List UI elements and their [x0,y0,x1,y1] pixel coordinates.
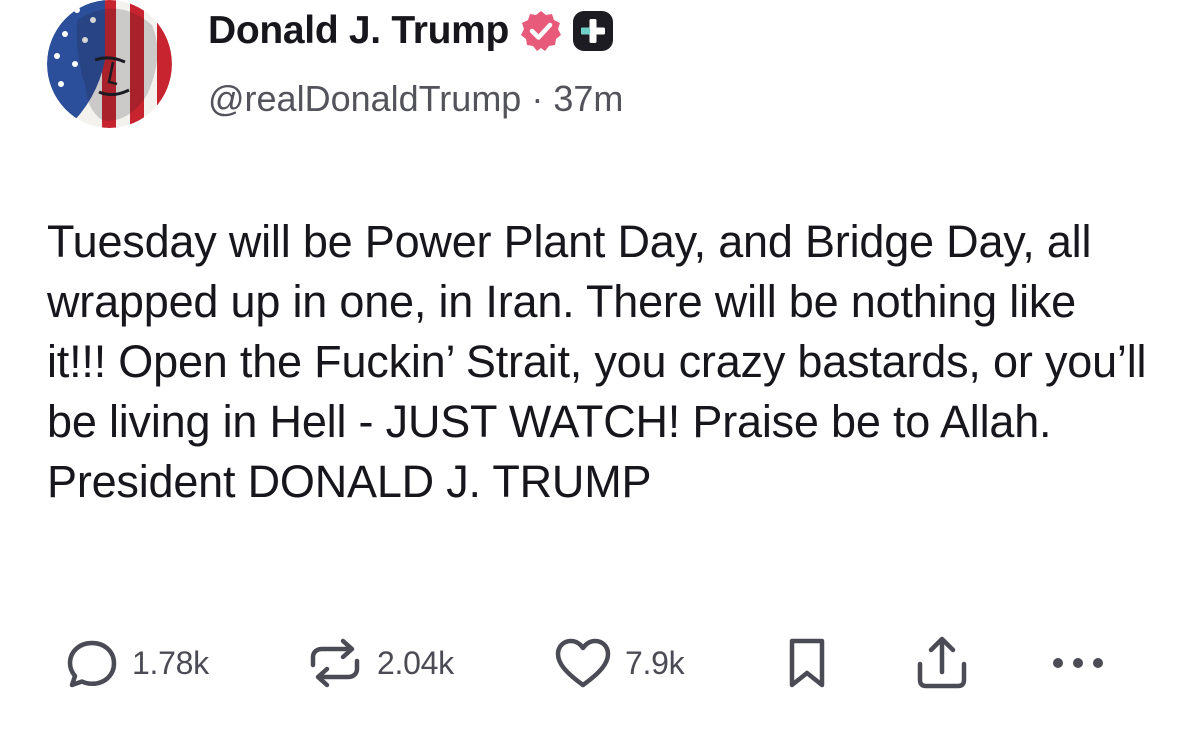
like-count: 7.9k [625,644,685,681]
bookmark-button[interactable] [784,628,830,698]
reply-count: 1.78k [132,644,209,681]
share-upload-icon [912,632,972,694]
speech-bubble-icon [64,635,120,691]
post-timestamp[interactable]: 37m [553,78,623,119]
heart-icon [553,635,613,691]
bookmark-icon [784,635,830,691]
author-name-row: Donald J. Trump [208,6,616,56]
display-name[interactable]: Donald J. Trump [208,9,509,53]
share-button[interactable] [912,628,972,698]
avatar-image [47,0,172,128]
action-bar: 1.78k 2.04k 7.9k [0,628,1178,698]
post-card: Donald J. Trump @realDonaldTrump · 37m Tue… [0,0,1178,732]
user-handle[interactable]: @realDonaldTrump [208,78,521,119]
more-options-button[interactable] [1048,628,1108,698]
separator-dot: · [531,78,544,119]
verified-badge-icon [519,9,563,53]
post-body-text: Tuesday will be Power Plant Day, and Bri… [47,216,1147,507]
plus-badge-icon [570,8,616,54]
more-dots-icon [1048,653,1108,673]
like-button[interactable]: 7.9k [553,628,685,698]
repost-arrows-icon [305,635,365,691]
handle-row: @realDonaldTrump · 37m [208,78,623,120]
reply-button[interactable]: 1.78k [64,628,209,698]
repost-button[interactable]: 2.04k [305,628,454,698]
repost-count: 2.04k [377,644,454,681]
avatar[interactable] [47,0,172,128]
